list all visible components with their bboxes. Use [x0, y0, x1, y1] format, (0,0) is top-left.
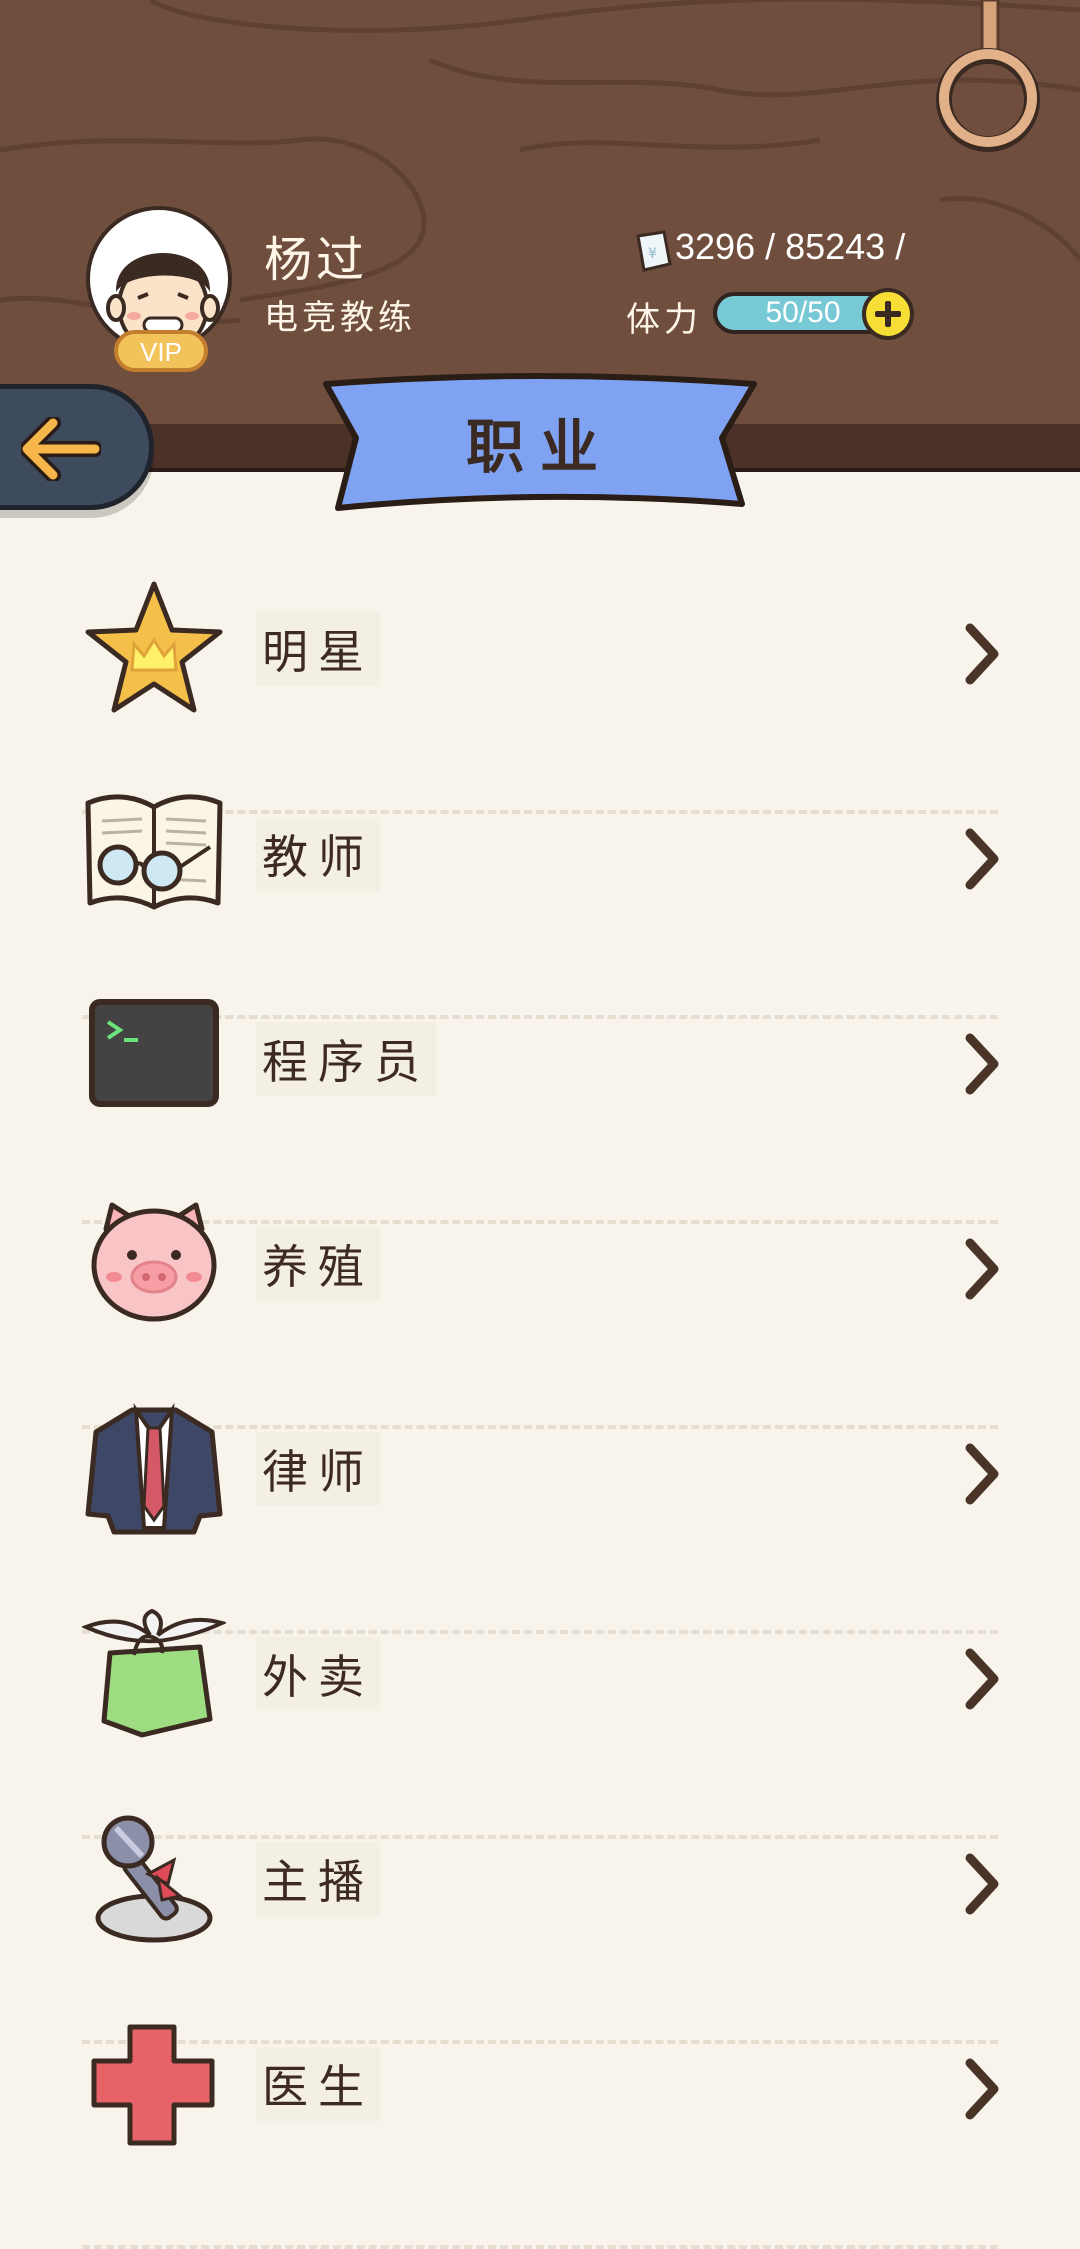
- list-item-star[interactable]: 明星: [82, 578, 999, 814]
- list-item-delivery[interactable]: 外卖: [82, 1603, 999, 1839]
- vip-badge: VIP: [114, 330, 208, 372]
- career-label: 外卖: [256, 1637, 380, 1711]
- list-item-doctor[interactable]: 医生: [82, 2013, 999, 2249]
- list-item-teacher[interactable]: 教师: [82, 783, 999, 1019]
- delivery-bag-icon: [82, 1608, 226, 1738]
- microphone-icon: [95, 1815, 213, 1943]
- list-item-lawyer[interactable]: 律师: [82, 1398, 999, 1634]
- avatar[interactable]: VIP: [86, 206, 236, 376]
- suit-icon: [85, 1402, 223, 1535]
- terminal-icon: [89, 999, 219, 1107]
- list-item-streamer[interactable]: 主播: [82, 1808, 999, 2044]
- career-label: 养殖: [256, 1227, 380, 1301]
- list-item-farming[interactable]: 养殖: [82, 1193, 999, 1429]
- back-arrow-icon: [21, 417, 101, 481]
- user-name: 杨过: [264, 232, 369, 288]
- chevron-right-icon: [965, 1443, 999, 1505]
- add-stamina-button[interactable]: [862, 288, 914, 340]
- user-title: 电竞教练: [264, 298, 416, 338]
- career-label: 教师: [256, 817, 380, 891]
- svg-text:¥: ¥: [648, 246, 657, 262]
- chevron-right-icon: [965, 1648, 999, 1710]
- plus-icon: [875, 301, 901, 327]
- career-label: 主播: [256, 1842, 380, 1916]
- ring-hanger-icon: [936, 0, 1040, 152]
- chevron-right-icon: [965, 1853, 999, 1915]
- career-label: 律师: [256, 1432, 380, 1506]
- page-title: 职业: [465, 413, 614, 481]
- medical-cross-icon: [91, 2024, 215, 2146]
- chevron-right-icon: [965, 1238, 999, 1300]
- chevron-right-icon: [965, 623, 999, 685]
- chevron-right-icon: [965, 1033, 999, 1095]
- list-item-programmer[interactable]: 程序员: [82, 988, 999, 1224]
- money-note-icon: ¥: [636, 230, 672, 272]
- stamina-label: 体力: [626, 300, 702, 340]
- chevron-right-icon: [965, 2058, 999, 2120]
- pig-icon: [91, 1202, 217, 1322]
- back-button[interactable]: [0, 384, 154, 510]
- career-label: 医生: [256, 2047, 380, 2121]
- book-glasses-icon: [85, 794, 223, 910]
- career-label: 程序员: [256, 1022, 436, 1096]
- chevron-right-icon: [965, 828, 999, 890]
- career-label: 明星: [256, 612, 380, 686]
- star-crown-icon: [85, 581, 223, 713]
- money-counter: 3296 / 85243 /: [675, 226, 906, 267]
- divider: [82, 2245, 998, 2249]
